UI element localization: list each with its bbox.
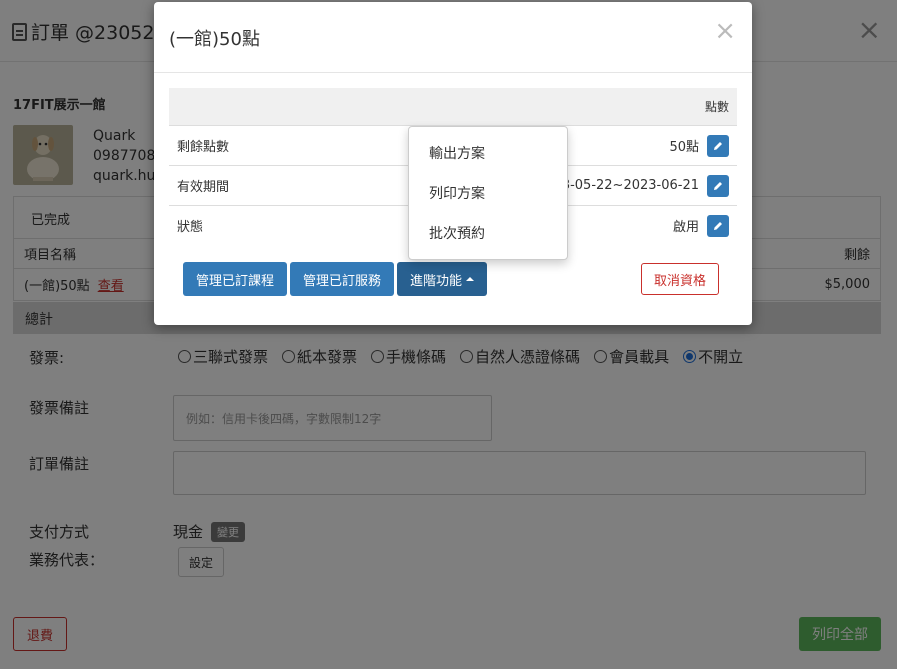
manage-courses-button[interactable]: 管理已訂課程 [183,262,288,296]
cancel-eligibility-button[interactable]: 取消資格 [641,263,720,295]
menu-item-export-plan[interactable]: 輸出方案 [409,133,567,173]
row-value-status: 啟用 [672,220,699,235]
row-label-remaining-points: 剩餘點數 [177,140,230,155]
modal-header: (一館)50點 × [154,2,752,73]
pencil-icon [714,141,722,150]
advanced-features-dropdown: 輸出方案 列印方案 批次預約 [408,126,568,260]
advanced-features-button[interactable]: 進階功能 [397,262,488,296]
points-table-header: 點數 [169,88,737,125]
modal-title: (一館)50點 [169,29,260,50]
pencil-icon [714,221,722,230]
row-label-status: 狀態 [177,220,204,235]
manage-services-button[interactable]: 管理已訂服務 [290,262,395,296]
caret-up-icon [466,277,475,281]
advanced-features-label: 進階功能 [410,273,463,289]
menu-item-batch-booking[interactable]: 批次預約 [409,213,567,253]
edit-valid-period-button[interactable] [707,174,729,197]
row-value-remaining-points: 50點 [669,140,699,155]
menu-item-print-plan[interactable]: 列印方案 [409,173,567,213]
pencil-icon [714,181,722,190]
modal-actions: 管理已訂課程 管理已訂服務 進階功能 [183,262,488,296]
row-label-valid-period: 有效期間 [177,180,230,195]
edit-status-button[interactable] [707,214,729,237]
modal-close-icon[interactable]: × [714,18,736,44]
edit-remaining-points-button[interactable] [707,134,729,157]
